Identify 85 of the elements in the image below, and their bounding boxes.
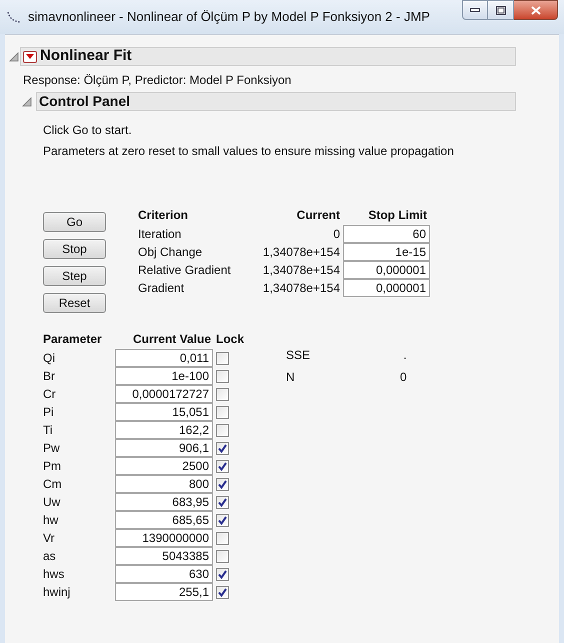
action-button[interactable]: Step	[43, 266, 106, 286]
parameter-name: hws	[43, 565, 115, 583]
parameter-name: Br	[43, 367, 115, 385]
criterion-label: Gradient	[138, 280, 186, 297]
input-field[interactable]: 1e-100	[115, 366, 213, 384]
input-field[interactable]: 0,0000172727	[115, 384, 213, 402]
window-title: simavnonlineer - Nonlinear of Ölçüm P by Model P Fonksiyon 2 - JMP	[28, 8, 430, 26]
input-field[interactable]: 162,2	[115, 420, 213, 438]
criterion-label: Iteration	[138, 226, 182, 243]
column-header: Current	[296, 207, 340, 224]
action-button[interactable]: Stop	[43, 239, 106, 259]
checkbox[interactable]	[216, 424, 229, 436]
app-icon	[6, 9, 22, 25]
input-field[interactable]: 0,000001	[343, 260, 430, 278]
input-field[interactable]: 630	[115, 564, 213, 582]
checkbox[interactable]	[216, 406, 229, 418]
parameter-name: Cr	[43, 385, 115, 403]
checkbox[interactable]	[216, 478, 229, 490]
minimize-button[interactable]	[462, 0, 488, 20]
message-text: Click Go to start.	[43, 122, 133, 139]
parameter-name: as	[43, 547, 115, 565]
column-header: Stop Limit	[340, 206, 430, 225]
disclosure-icon[interactable]	[22, 96, 32, 106]
stat-value: 0	[400, 369, 407, 386]
parameter-name: Pm	[43, 457, 115, 475]
column-header: Current Value	[115, 330, 213, 349]
section-title: Control Panel	[39, 92, 130, 111]
parameter-name: Uw	[43, 493, 115, 511]
action-button[interactable]: Reset	[43, 293, 106, 313]
column-header: Parameter	[43, 330, 115, 349]
input-field[interactable]: 800	[115, 474, 213, 492]
parameter-name: hwinj	[43, 583, 115, 601]
checkbox[interactable]	[216, 442, 229, 454]
input-field[interactable]: 906,1	[115, 438, 213, 456]
input-field[interactable]: 1e-15	[343, 242, 430, 260]
input-field[interactable]: 5043385	[115, 546, 213, 564]
input-field[interactable]: 15,051	[115, 402, 213, 420]
caret-icon	[26, 54, 34, 59]
checkbox[interactable]	[216, 586, 229, 598]
parameter-name: Cm	[43, 475, 115, 493]
stat-label: SSE	[286, 347, 310, 364]
checkbox[interactable]	[216, 532, 229, 544]
checkbox[interactable]	[216, 370, 229, 382]
input-field[interactable]: 255,1	[115, 582, 213, 600]
input-field[interactable]: 685,65	[115, 510, 213, 528]
input-field[interactable]: 0,011	[115, 348, 213, 366]
input-field[interactable]: 60	[343, 224, 430, 242]
table-cell-text: 1,34078e+154	[262, 280, 340, 297]
response-text: Response: Ölçüm P, Predictor: Model P Fonksiyon	[23, 72, 292, 89]
action-button[interactable]: Go	[43, 212, 106, 232]
parameter-name: Pw	[43, 439, 115, 457]
options-menu-button[interactable]	[23, 50, 37, 62]
criterion-label: Relative Gradient	[138, 262, 232, 279]
column-header: Lock	[213, 330, 244, 349]
close-icon	[530, 6, 540, 14]
checkbox[interactable]	[216, 460, 229, 472]
table-cell-text: 1,34078e+154	[262, 262, 340, 279]
checkbox[interactable]	[216, 388, 229, 400]
message-text: Parameters at zero reset to small values to ensure missing value propagation	[43, 143, 455, 160]
parameter-name: Vr	[43, 529, 115, 547]
maximize-icon	[496, 6, 506, 14]
parameter-name: hw	[43, 511, 115, 529]
checkbox[interactable]	[216, 496, 229, 508]
checkbox[interactable]	[216, 550, 229, 562]
input-field[interactable]: 2500	[115, 456, 213, 474]
column-header: Criterion	[138, 207, 190, 224]
minimize-icon	[470, 8, 480, 12]
close-button[interactable]	[514, 0, 558, 20]
maximize-button[interactable]	[488, 0, 514, 20]
stat-label: N	[286, 369, 296, 386]
input-field[interactable]: 0,000001	[343, 278, 430, 296]
parameter-name: Qi	[43, 349, 115, 367]
checkbox[interactable]	[216, 352, 229, 364]
checkbox[interactable]	[216, 514, 229, 526]
criterion-label: Obj Change	[138, 244, 204, 261]
section-title: Nonlinear Fit	[40, 46, 132, 66]
table-cell-text: 0	[332, 226, 340, 243]
parameter-name: Pi	[43, 403, 115, 421]
parameter-name: Ti	[43, 421, 115, 439]
input-field[interactable]: 1390000000	[115, 528, 213, 546]
table-cell-text: 1,34078e+154	[262, 244, 340, 261]
stat-value: .	[402, 347, 407, 364]
checkbox[interactable]	[216, 568, 229, 580]
disclosure-icon[interactable]	[9, 52, 19, 62]
input-field[interactable]: 683,95	[115, 492, 213, 510]
